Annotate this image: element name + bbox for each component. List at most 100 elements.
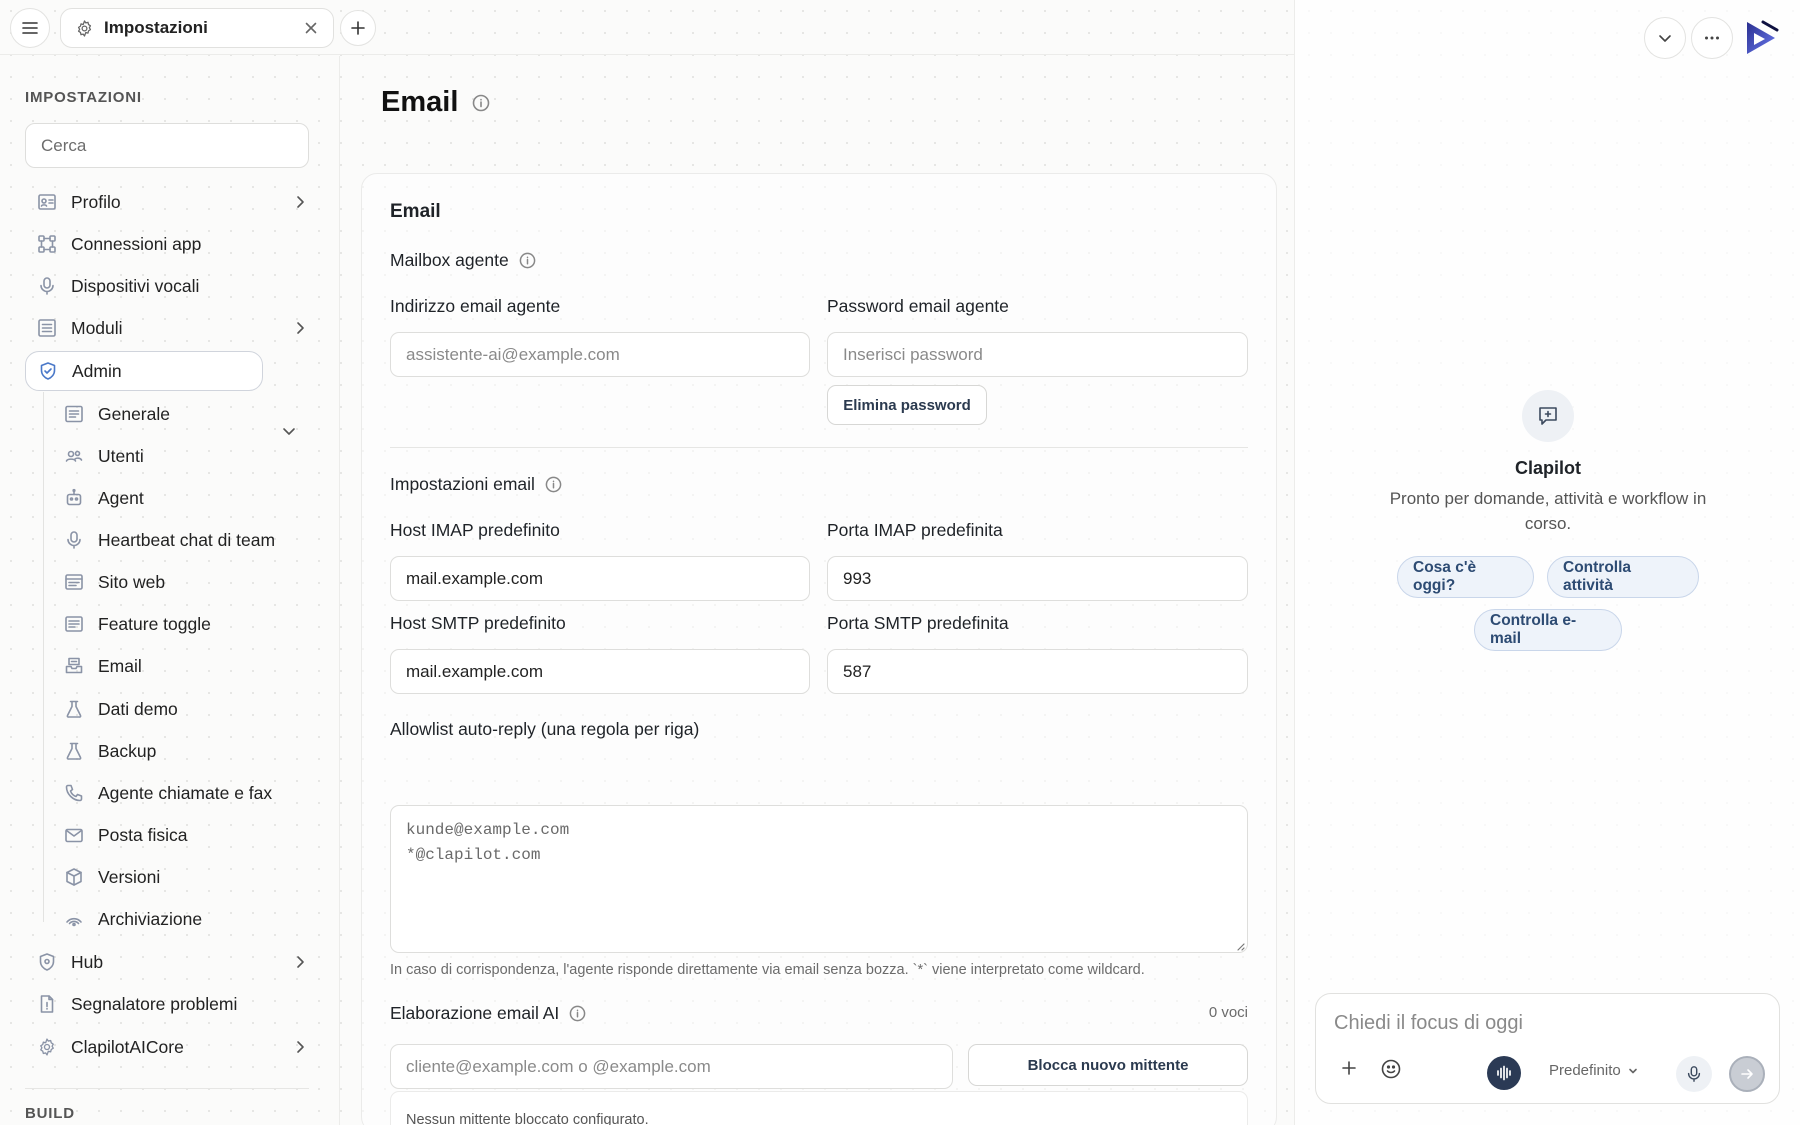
sidebar-item-label: Moduli bbox=[71, 317, 123, 338]
voice-mode-button[interactable] bbox=[1487, 1056, 1521, 1090]
model-select[interactable]: Predefinito bbox=[1549, 1062, 1639, 1079]
sidebar-item-archiviazione[interactable]: Archiviazione bbox=[52, 899, 309, 939]
sidebar-item-email[interactable]: Email bbox=[52, 646, 309, 686]
tree-line bbox=[43, 392, 44, 922]
imap-port-input[interactable] bbox=[827, 556, 1248, 601]
sidebar-item-agente-chiamate[interactable]: Agente chiamate e fax bbox=[52, 773, 309, 813]
sidebar-item-clapilotaicore[interactable]: ClapilotAICore bbox=[25, 1027, 309, 1067]
connections-icon bbox=[38, 235, 56, 253]
model-select-label: Predefinito bbox=[1549, 1062, 1621, 1079]
smtp-port-label: Porta SMTP predefinita bbox=[827, 613, 1009, 633]
allowlist-textarea[interactable] bbox=[390, 805, 1248, 953]
sidebar-item-label: Versioni bbox=[98, 866, 161, 887]
sidebar-item-dispositivi-vocali[interactable]: Dispositivi vocali bbox=[25, 266, 309, 306]
more-options-button[interactable] bbox=[1691, 17, 1733, 59]
robot-icon bbox=[66, 488, 82, 506]
emoji-icon[interactable] bbox=[1380, 1058, 1402, 1080]
email-settings-section-title: Impostazioni email bbox=[390, 474, 562, 495]
ai-title-text: Elaborazione email AI bbox=[390, 1003, 560, 1023]
info-icon[interactable] bbox=[519, 252, 536, 269]
smtp-host-input[interactable] bbox=[390, 649, 810, 694]
assistant-name: Clapilot bbox=[1515, 458, 1581, 478]
shield-icon bbox=[40, 362, 56, 380]
smtp-port-input[interactable] bbox=[827, 649, 1248, 694]
sidebar-item-label: Dati demo bbox=[98, 698, 178, 719]
imap-host-input[interactable] bbox=[390, 556, 810, 601]
sidebar-build-title: BUILD bbox=[25, 1105, 75, 1122]
gear-icon bbox=[77, 19, 92, 37]
clapilot-logo-icon bbox=[1747, 20, 1779, 54]
mailbox-section-title: Mailbox agente bbox=[390, 250, 536, 271]
sidebar-item-moduli[interactable]: Moduli bbox=[25, 308, 309, 348]
sidebar-item-label: Backup bbox=[98, 740, 157, 761]
sidebar-item-utenti[interactable]: Utenti bbox=[52, 436, 309, 476]
browser-icon bbox=[65, 574, 83, 590]
sidebar-item-heartbeat-chat[interactable]: Heartbeat chat di team bbox=[52, 520, 309, 560]
delete-password-button[interactable]: Elimina password bbox=[827, 385, 987, 425]
block-sender-input[interactable] bbox=[390, 1044, 953, 1089]
sidebar-item-label: Utenti bbox=[98, 445, 144, 466]
new-tab-button[interactable] bbox=[340, 10, 376, 46]
sidebar-item-label: Segnalatore problemi bbox=[71, 993, 238, 1014]
flask-icon bbox=[66, 700, 82, 718]
microphone-icon bbox=[40, 277, 54, 295]
modules-icon bbox=[38, 319, 56, 337]
sidebar-item-dati-demo[interactable]: Dati demo bbox=[52, 689, 309, 729]
microphone-button[interactable] bbox=[1676, 1056, 1712, 1092]
arrow-right-icon bbox=[1741, 1069, 1753, 1079]
resize-handle-icon[interactable] bbox=[1235, 941, 1245, 951]
document-icon bbox=[40, 995, 54, 1013]
chevron-right-icon bbox=[297, 196, 304, 208]
plus-icon bbox=[351, 21, 365, 35]
microphone-icon bbox=[1687, 1066, 1701, 1082]
assistant-panel: Clapilot Pronto per domande, attività e … bbox=[1294, 0, 1800, 1125]
sidebar-item-segnalatore-problemi[interactable]: Segnalatore problemi bbox=[25, 984, 309, 1024]
chat-plus-icon bbox=[1539, 407, 1557, 425]
signal-icon bbox=[66, 917, 82, 927]
settings-title-text: Impostazioni email bbox=[390, 474, 535, 494]
sidebar-item-label: Dispositivi vocali bbox=[71, 275, 200, 296]
smtp-host-label: Host SMTP predefinito bbox=[390, 613, 566, 633]
sidebar-item-backup[interactable]: Backup bbox=[52, 731, 309, 771]
suggestion-chip[interactable]: Controlla attività bbox=[1547, 556, 1699, 598]
collapse-button[interactable] bbox=[1644, 17, 1686, 59]
chevron-down-icon bbox=[1659, 35, 1671, 42]
sidebar-item-connessioni-app[interactable]: Connessioni app bbox=[25, 224, 309, 264]
sidebar-item-label: Connessioni app bbox=[71, 233, 202, 254]
sidebar-item-label: Profilo bbox=[71, 191, 121, 212]
info-icon[interactable] bbox=[545, 476, 562, 493]
sidebar-item-versioni[interactable]: Versioni bbox=[52, 857, 309, 897]
sidebar-item-label: Admin bbox=[72, 360, 122, 381]
sidebar-divider bbox=[25, 1088, 309, 1089]
sidebar-item-agent[interactable]: Agent bbox=[52, 478, 309, 518]
plus-icon[interactable] bbox=[1339, 1058, 1359, 1078]
tab-settings[interactable]: Impostazioni bbox=[60, 8, 334, 48]
search-input[interactable] bbox=[25, 123, 309, 168]
sidebar-item-label: Posta fisica bbox=[98, 824, 188, 845]
menu-button[interactable] bbox=[10, 8, 50, 48]
suggestion-chip[interactable]: Cosa c'è oggi? bbox=[1397, 556, 1534, 598]
page-title-text: Email bbox=[381, 86, 459, 118]
agent-password-input[interactable] bbox=[827, 332, 1248, 377]
gear-icon bbox=[40, 1038, 54, 1056]
send-button[interactable] bbox=[1729, 1056, 1765, 1092]
chevron-right-icon bbox=[297, 1041, 304, 1053]
mail-icon bbox=[65, 828, 83, 843]
list-icon bbox=[65, 616, 83, 632]
sidebar-item-sito-web[interactable]: Sito web bbox=[52, 562, 309, 602]
sidebar-item-admin[interactable]: Admin bbox=[25, 351, 263, 391]
info-icon[interactable] bbox=[472, 94, 490, 112]
sidebar-item-generale[interactable]: Generale bbox=[52, 394, 309, 434]
sidebar-item-profilo[interactable]: Profilo bbox=[25, 182, 309, 222]
block-sender-button[interactable]: Blocca nuovo mittente bbox=[968, 1044, 1248, 1086]
close-icon[interactable] bbox=[303, 20, 319, 36]
sidebar-item-hub[interactable]: Hub bbox=[25, 942, 309, 982]
info-icon[interactable] bbox=[569, 1005, 586, 1022]
assistant-description: Pronto per domande, attività e workflow … bbox=[1389, 489, 1707, 533]
sidebar-item-posta-fisica[interactable]: Posta fisica bbox=[52, 815, 309, 855]
microphone-icon bbox=[67, 531, 81, 549]
suggestion-chip[interactable]: Controlla e-mail bbox=[1474, 609, 1622, 651]
chat-input[interactable] bbox=[1334, 1008, 1754, 1038]
sidebar-item-feature-toggle[interactable]: Feature toggle bbox=[52, 604, 309, 644]
agent-email-input[interactable] bbox=[390, 332, 810, 377]
